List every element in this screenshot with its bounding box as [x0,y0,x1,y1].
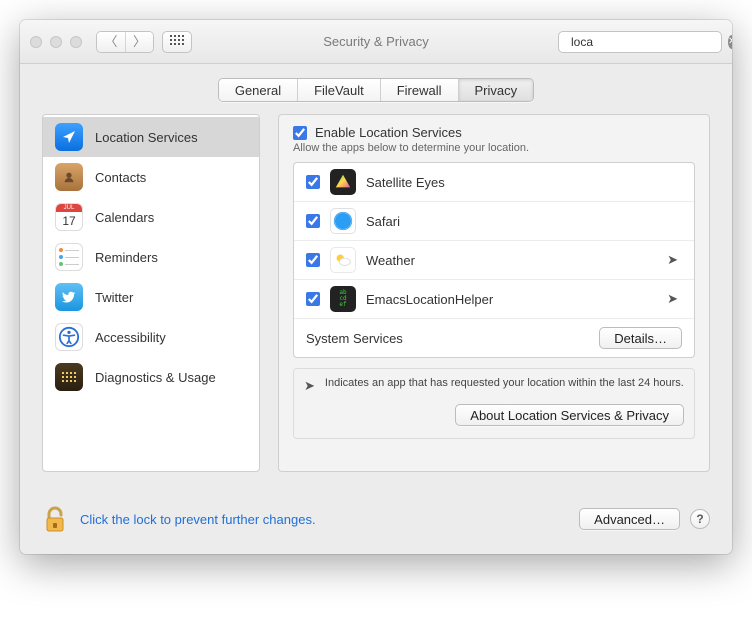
app-icon-safari [330,208,356,234]
grid-icon [170,35,184,49]
app-row: Weather ➤ [294,241,694,280]
clear-search-button[interactable]: ✕ [728,35,732,49]
enable-location-subtext: Allow the apps below to determine your l… [293,142,695,154]
app-checkbox[interactable] [306,214,320,228]
content: Location Services Contacts JUL 17 Calend… [20,114,732,490]
app-checkbox[interactable] [306,175,320,189]
titlebar: 〈 〉 Security & Privacy ✕ [20,20,732,64]
tabs-row: General FileVault Firewall Privacy [20,64,732,114]
sidebar-item-twitter[interactable]: Twitter [43,277,259,317]
tabs: General FileVault Firewall Privacy [218,78,534,102]
app-row: Satellite Eyes [294,163,694,202]
advanced-button[interactable]: Advanced… [579,508,680,530]
app-name: Weather [366,253,657,268]
sidebar-item-label: Location Services [95,130,198,145]
tab-general[interactable]: General [219,79,297,101]
tab-filevault[interactable]: FileVault [297,79,380,101]
recent-location-icon: ➤ [667,291,678,307]
app-name: EmacsLocationHelper [366,292,657,307]
search-input[interactable] [569,34,728,50]
app-checkbox[interactable] [306,292,320,306]
zoom-window-button[interactable] [70,36,82,48]
app-name: Satellite Eyes [366,175,682,190]
apps-list: Satellite Eyes Safari Weather ➤ [293,162,695,358]
lock-text[interactable]: Click the lock to prevent further change… [80,512,316,527]
forward-button[interactable]: 〉 [125,32,153,52]
note-text-row: ➤ Indicates an app that has requested yo… [304,377,684,394]
back-button[interactable]: 〈 [97,32,125,52]
app-row: Safari [294,202,694,241]
enable-location-label: Enable Location Services [315,125,462,140]
sidebar-item-reminders[interactable]: Reminders [43,237,259,277]
main-panel: Enable Location Services Allow the apps … [278,114,710,472]
diagnostics-icon [55,363,83,391]
show-all-button[interactable] [162,31,192,53]
sidebar-item-label: Reminders [95,250,158,265]
enable-location-row: Enable Location Services [293,125,695,140]
calendar-icon: JUL 17 [55,203,83,231]
preferences-window: 〈 〉 Security & Privacy ✕ General FileVau… [20,20,732,554]
sidebar-item-label: Diagnostics & Usage [95,370,216,385]
app-icon-emacs-location-helper: abcdef [330,286,356,312]
sidebar-item-calendars[interactable]: JUL 17 Calendars [43,197,259,237]
sidebar-item-diagnostics-usage[interactable]: Diagnostics & Usage [43,357,259,397]
sidebar-item-location-services[interactable]: Location Services [43,117,259,157]
sidebar-item-contacts[interactable]: Contacts [43,157,259,197]
lock-icon[interactable] [42,504,68,534]
recent-location-icon: ➤ [667,252,678,268]
privacy-sidebar: Location Services Contacts JUL 17 Calend… [42,114,260,472]
reminders-icon [55,243,83,271]
nav-buttons: 〈 〉 [96,31,154,53]
enable-location-checkbox[interactable] [293,126,307,140]
help-button[interactable]: ? [690,509,710,529]
details-button[interactable]: Details… [599,327,682,349]
sidebar-item-label: Accessibility [95,330,166,345]
about-location-services-button[interactable]: About Location Services & Privacy [455,404,684,426]
sidebar-item-label: Calendars [95,210,154,225]
footer: Click the lock to prevent further change… [20,490,732,554]
note-text: Indicates an app that has requested your… [325,377,684,394]
tab-firewall[interactable]: Firewall [380,79,458,101]
contacts-icon [55,163,83,191]
location-arrow-icon [55,123,83,151]
system-services-label: System Services [306,331,403,346]
sidebar-item-label: Twitter [95,290,133,305]
accessibility-icon [55,323,83,351]
location-arrow-icon: ➤ [304,378,315,394]
app-icon-satellite-eyes [330,169,356,195]
twitter-icon [55,283,83,311]
note-box: ➤ Indicates an app that has requested yo… [293,368,695,439]
app-row: abcdef EmacsLocationHelper ➤ [294,280,694,319]
sidebar-item-label: Contacts [95,170,146,185]
traffic-lights [30,36,82,48]
system-services-row: System Services Details… [294,319,694,357]
sidebar-item-accessibility[interactable]: Accessibility [43,317,259,357]
search-field[interactable]: ✕ [558,31,722,53]
app-checkbox[interactable] [306,253,320,267]
minimize-window-button[interactable] [50,36,62,48]
tab-privacy[interactable]: Privacy [458,79,534,101]
app-icon-weather [330,247,356,273]
close-window-button[interactable] [30,36,42,48]
app-name: Safari [366,214,682,229]
